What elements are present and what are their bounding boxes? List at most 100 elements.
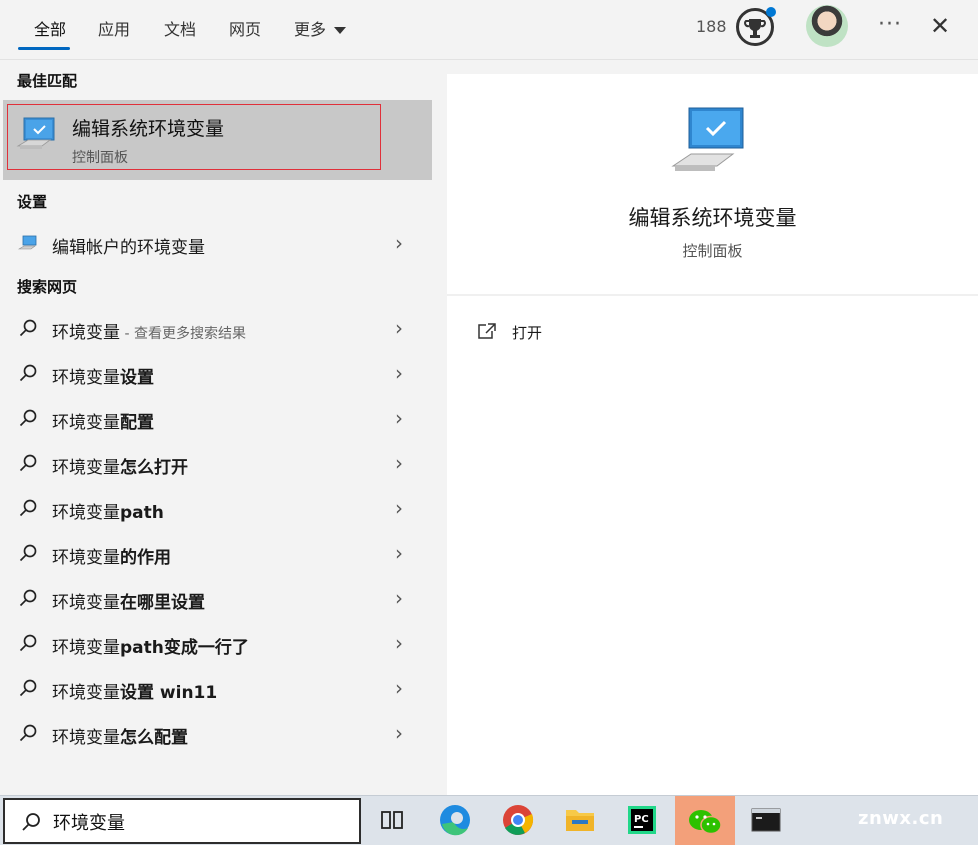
tab-web[interactable]: 网页 (229, 16, 261, 40)
settings-item-label: 编辑帐户的环境变量 (52, 238, 205, 258)
web-result-item[interactable]: 环境变量设置 win11 › (0, 666, 432, 710)
system-properties-icon (16, 117, 55, 149)
web-result-item[interactable]: 环境变量怎么配置 › (0, 711, 432, 755)
web-result-query: 环境变量 (52, 728, 120, 748)
web-result-suggestion: 的作用 (120, 548, 171, 568)
web-result-query: 环境变量 (52, 458, 120, 478)
web-result-item[interactable]: 环境变量path › (0, 486, 432, 530)
web-result-item[interactable]: 环境变量的作用 › (0, 531, 432, 575)
pycharm-icon[interactable]: PC (620, 800, 664, 840)
preview-title: 编辑系统环境变量 (628, 206, 797, 230)
search-header: 全部 应用 文档 网页 更多 188 ··· ✕ (0, 0, 978, 60)
close-button[interactable]: ✕ (930, 12, 950, 40)
settings-heading: 设置 (17, 193, 48, 211)
search-icon (19, 319, 37, 337)
search-icon (19, 724, 37, 742)
best-match-title: 编辑系统环境变量 (72, 118, 225, 140)
web-result-query: 环境变量 (52, 593, 120, 613)
web-result-item[interactable]: 环境变量在哪里设置 › (0, 576, 432, 620)
more-options-button[interactable]: ··· (878, 12, 902, 37)
web-result-suggestion: 在哪里设置 (120, 593, 205, 613)
terminal-icon[interactable] (744, 800, 788, 840)
search-icon (19, 499, 37, 517)
web-result-item[interactable]: 环境变量path变成一行了 › (0, 621, 432, 665)
web-result-suggestion: 怎么配置 (120, 728, 188, 748)
chevron-right-icon: › (395, 361, 403, 385)
web-result-item[interactable]: 环境变量 - 查看更多搜索结果 › (0, 306, 432, 350)
web-result-item[interactable]: 环境变量配置 › (0, 396, 432, 440)
web-result-query: 环境变量 (52, 548, 120, 568)
web-result-label: 环境变量怎么配置 (52, 723, 188, 748)
web-result-suggestion: path (120, 503, 164, 523)
web-result-query: 环境变量 (52, 323, 120, 343)
active-tab-indicator (18, 47, 70, 50)
web-result-suggestion: 怎么打开 (120, 458, 188, 478)
tab-more-label: 更多 (294, 20, 327, 39)
svg-text:PC: PC (634, 814, 649, 825)
notification-dot (766, 7, 776, 17)
chevron-right-icon: › (395, 721, 403, 745)
avatar[interactable] (806, 5, 848, 47)
search-icon (19, 364, 37, 382)
chevron-right-icon: › (395, 496, 403, 520)
web-result-suggestion: 设置 (120, 368, 154, 388)
trophy-icon (744, 19, 766, 38)
preview-subtitle: 控制面板 (682, 242, 743, 260)
tab-more[interactable]: 更多 (294, 16, 347, 40)
web-result-label: 环境变量设置 win11 (52, 678, 217, 703)
results-pane: 最佳匹配 编辑系统环境变量 控制面板 设置 编辑帐户的环境变量 › 搜索网页 环… (0, 60, 432, 795)
search-icon (22, 813, 40, 831)
settings-item-user-env-vars[interactable]: 编辑帐户的环境变量 › (0, 221, 432, 265)
rewards-points: 188 (696, 17, 727, 36)
web-result-suggestion: path变成一行了 (120, 638, 249, 658)
chevron-right-icon: › (395, 316, 403, 340)
taskbar-search-box[interactable] (3, 798, 361, 844)
chevron-down-icon (334, 27, 347, 34)
watermark: znwx.cn (858, 808, 944, 829)
search-icon (19, 589, 37, 607)
search-icon (19, 409, 37, 427)
web-result-item[interactable]: 环境变量设置 › (0, 351, 432, 395)
best-match-heading: 最佳匹配 (17, 72, 78, 90)
web-result-label: 环境变量的作用 (52, 543, 171, 568)
open-external-icon (478, 323, 496, 339)
best-match-subtitle: 控制面板 (72, 150, 128, 166)
web-result-item[interactable]: 环境变量怎么打开 › (0, 441, 432, 485)
search-icon (19, 634, 37, 652)
chrome-icon[interactable] (496, 800, 540, 840)
tab-all[interactable]: 全部 (34, 16, 66, 40)
chevron-right-icon: › (395, 541, 403, 565)
web-result-label: 环境变量 - 查看更多搜索结果 (52, 318, 246, 343)
chevron-right-icon: › (395, 676, 403, 700)
web-result-query: 环境变量 (52, 413, 120, 433)
tab-apps[interactable]: 应用 (98, 16, 130, 40)
search-icon (19, 679, 37, 697)
web-result-suggestion: 配置 (120, 413, 154, 433)
system-properties-large-icon (671, 107, 744, 171)
web-result-suggestion: 设置 win11 (120, 683, 218, 703)
task-view-icon[interactable] (370, 800, 414, 840)
monitor-icon (18, 235, 37, 250)
file-explorer-icon[interactable] (558, 800, 602, 840)
web-result-query: 环境变量 (52, 683, 120, 703)
chevron-right-icon: › (395, 586, 403, 610)
edge-icon[interactable] (433, 800, 477, 840)
tab-documents[interactable]: 文档 (164, 16, 196, 40)
chevron-right-icon: › (395, 406, 403, 430)
search-icon (19, 544, 37, 562)
wechat-icon[interactable] (675, 796, 735, 845)
search-input[interactable] (53, 807, 353, 837)
chevron-right-icon: › (395, 231, 403, 255)
divider (447, 294, 978, 296)
web-result-label: 环境变量在哪里设置 (52, 588, 205, 613)
web-search-heading: 搜索网页 (17, 278, 78, 296)
open-action-label: 打开 (512, 324, 543, 342)
web-result-hint: - 查看更多搜索结果 (120, 326, 246, 342)
chevron-right-icon: › (395, 631, 403, 655)
web-result-label: 环境变量怎么打开 (52, 453, 188, 478)
search-icon (19, 454, 37, 472)
web-result-query: 环境变量 (52, 638, 120, 658)
web-result-query: 环境变量 (52, 503, 120, 523)
chevron-right-icon: › (395, 451, 403, 475)
preview-pane: 编辑系统环境变量 控制面板 打开 (447, 74, 978, 795)
